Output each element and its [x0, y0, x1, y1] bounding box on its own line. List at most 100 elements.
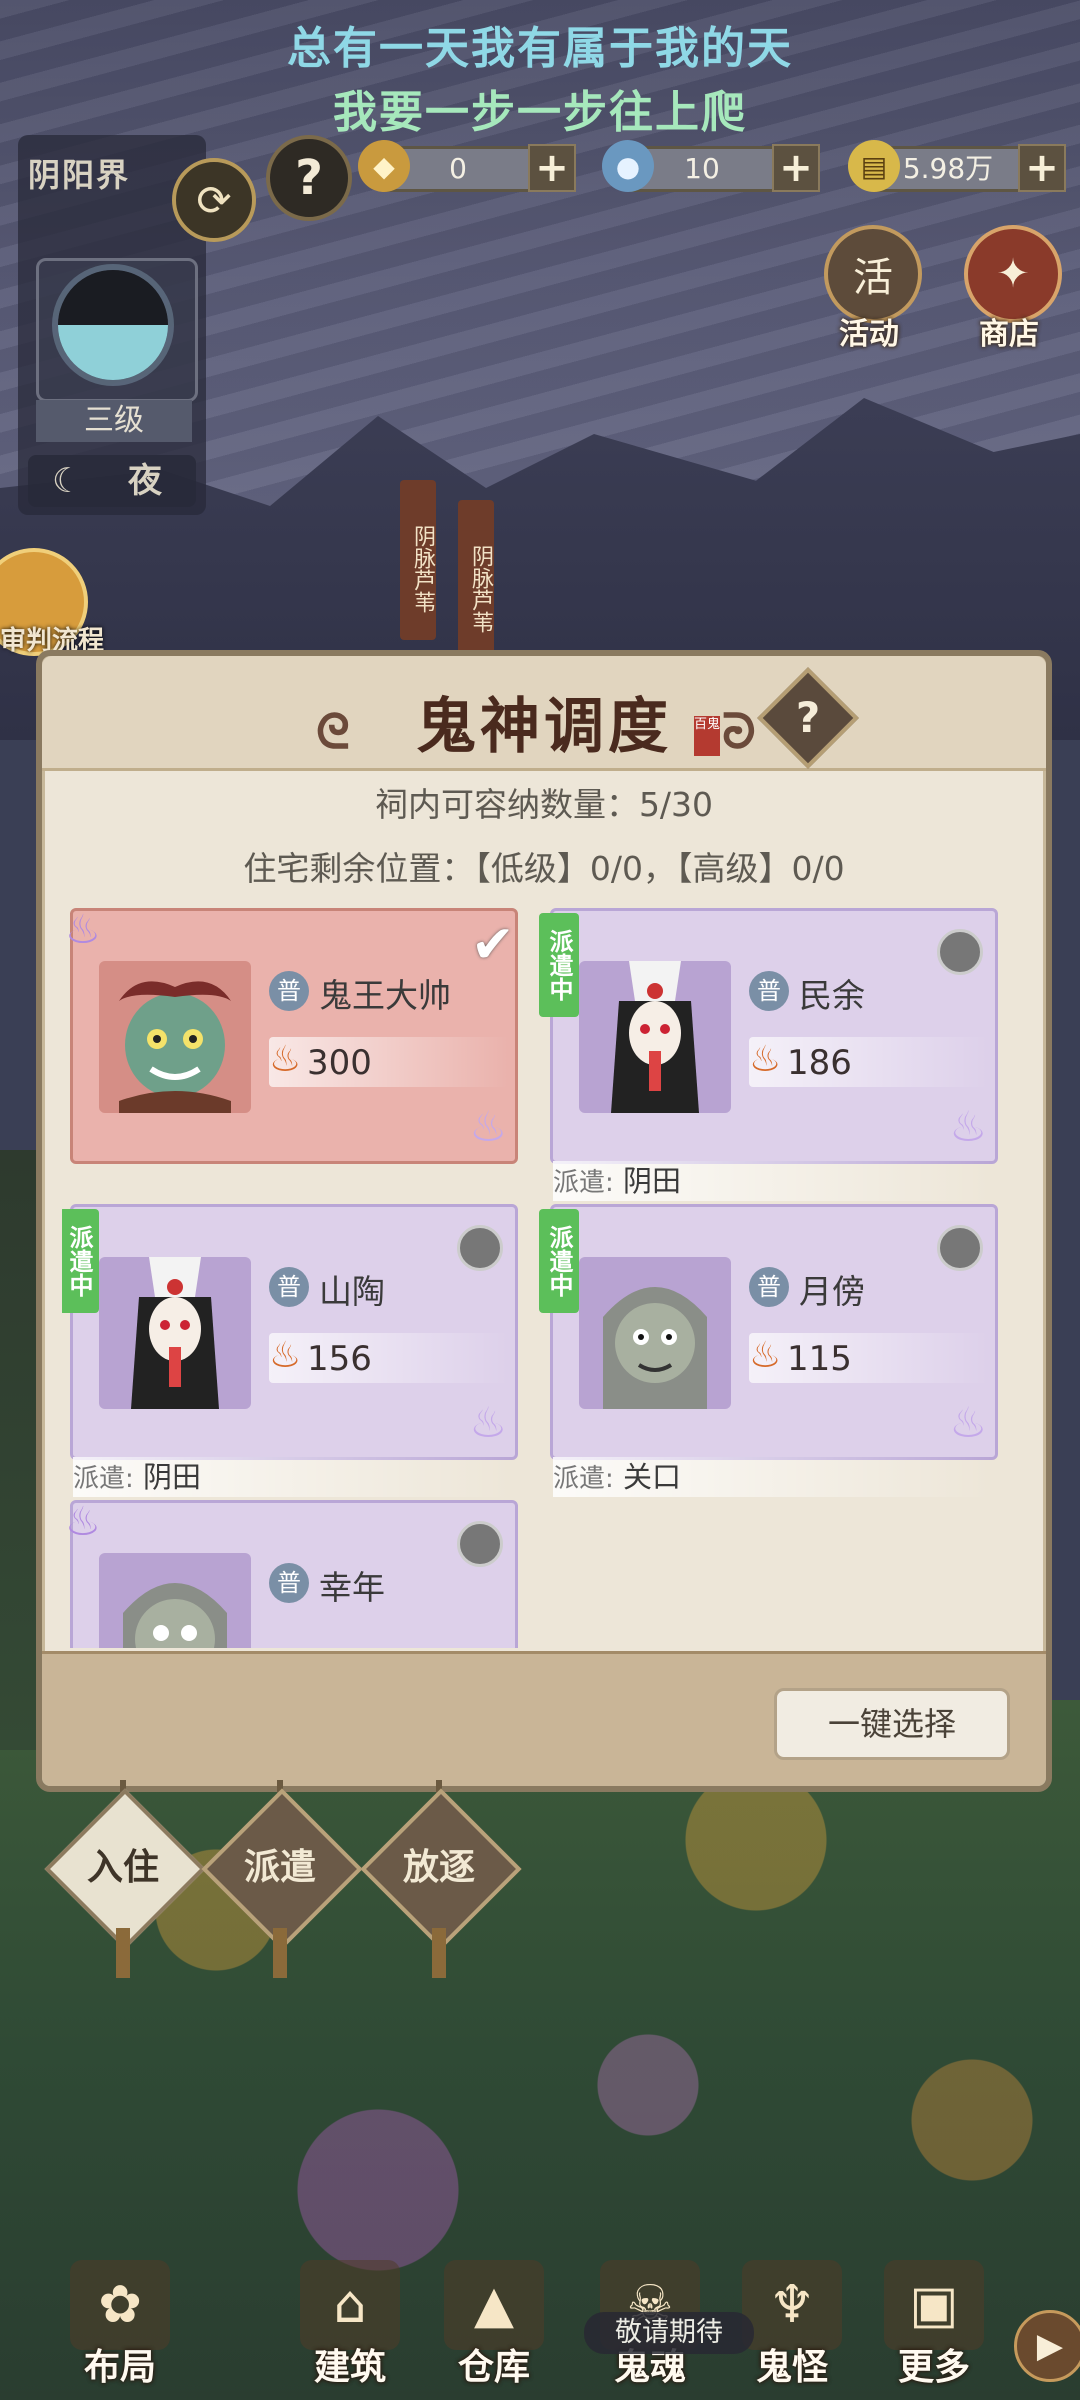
check-in-label: 入住 — [86, 1847, 159, 1888]
exile-label: 放逐 — [402, 1847, 475, 1888]
ghost-flame-icon: ♨ — [469, 1102, 507, 1151]
location-prefix: 派遣: — [553, 1168, 614, 1198]
select-all-button[interactable]: 一键选择 — [774, 1688, 1010, 1760]
ghost-card[interactable]: 派遣中 普 月傍 ♨ 115 ♨ 派遣: 关口 — [539, 1204, 998, 1497]
power-bar — [749, 1333, 989, 1383]
ghost-dispatch-dialog: ᘓ 鬼神调度 百鬼 ᘒ ? 祠内可容纳数量：5/30 住宅剩余位置：【低级】0/… — [36, 650, 1052, 1792]
resource-gold: 0 ◆ + — [358, 140, 578, 192]
rank-badge: 普 — [269, 1267, 309, 1307]
activity-button[interactable]: 活 活动 — [814, 225, 924, 352]
realm-title: 阴阳界 — [28, 156, 131, 194]
nav-monster[interactable]: ♆ 鬼怪 — [722, 2220, 862, 2400]
map-sign: 阴脉芦苇 — [400, 480, 436, 640]
select-radio[interactable] — [937, 1225, 983, 1271]
monster-icon: ♆ — [742, 2260, 842, 2350]
power-bar — [269, 1333, 509, 1383]
ghost-flame-icon: ♨ — [65, 908, 101, 953]
spirit-orb-icon: ● — [602, 140, 654, 192]
realm-level: 三级 — [36, 400, 192, 442]
ghost-name: 鬼王大帅 — [319, 976, 451, 1015]
nav-layout[interactable]: ✿ 布局 — [50, 2220, 190, 2400]
crescent-moon-icon: ☾ — [52, 461, 83, 501]
lyric-line-1: 总有一天我有属于我的天 — [287, 23, 793, 74]
ghost-power: 300 — [307, 1043, 372, 1083]
flame-icon: ♨ — [749, 1335, 782, 1376]
dispatch-location: 派遣: 阴田 — [73, 1457, 513, 1497]
nav-more[interactable]: ▣ 更多 — [864, 2220, 1004, 2400]
nav-label: 布局 — [83, 2347, 156, 2388]
title-seal: 百鬼 — [694, 716, 720, 756]
checkmark-icon[interactable]: ✔ — [471, 919, 523, 971]
refresh-icon[interactable]: ⟳ — [172, 158, 256, 242]
check-in-button[interactable]: 入住 — [44, 1780, 206, 1980]
ghost-portrait — [99, 961, 251, 1113]
select-radio[interactable] — [457, 1521, 503, 1567]
building-icon: ⌂ — [300, 2260, 400, 2350]
add-gold-button[interactable]: + — [528, 144, 576, 192]
ghost-flame-icon: ♨ — [469, 1398, 507, 1447]
ghost-card[interactable]: ♨ 普 鬼王大帅 ♨ 300 ✔ ♨ — [65, 908, 518, 1164]
ghost-card[interactable]: 派遣中 普 山陶 ♨ 156 ♨ 派遣: 阴田 — [62, 1204, 518, 1497]
dispatch-location: 派遣: 阴田 — [553, 1161, 993, 1201]
next-arrow-icon[interactable]: ▶ — [1014, 2310, 1080, 2382]
nav-ghost[interactable]: ☠ 鬼魂 — [580, 2220, 720, 2400]
map-sign: 阴脉芦苇 — [458, 500, 494, 660]
ghost-name: 民余 — [799, 976, 865, 1015]
dialog-title: 鬼神调度 — [416, 692, 672, 762]
nav-label: 建筑 — [313, 2347, 386, 2388]
location-prefix: 派遣: — [553, 1464, 614, 1494]
ghost-name: 月傍 — [799, 1272, 865, 1311]
rank-badge: 普 — [269, 1563, 309, 1603]
select-radio[interactable] — [937, 929, 983, 975]
ghost-card[interactable]: 派遣中 普 民余 ♨ 186 ♨ 派遣: 阴田 — [539, 908, 998, 1201]
dispatch-button[interactable]: 派遣 — [201, 1780, 363, 1980]
capacity-info: 祠内可容纳数量：5/30 — [374, 785, 714, 824]
ghost-portrait — [99, 1257, 251, 1409]
housing-info: 住宅剩余位置：【低级】0/0，【高级】0/0 — [243, 849, 845, 888]
resource-coins: 5.98万 ▤ + — [848, 140, 1068, 192]
ghost-portrait — [579, 1257, 731, 1409]
ghost-card-list[interactable]: ♨ 普 鬼王大帅 ♨ 300 ✔ ♨ 派遣中 普 民余 ♨ 186 ♨ 派遣: … — [62, 908, 1026, 1648]
ghost-portrait — [579, 961, 731, 1113]
resource-spirit: 10 ● + — [602, 140, 822, 192]
time-of-day-badge: ☾ 夜 — [28, 455, 196, 507]
question-icon: ? — [795, 693, 821, 742]
ghost-name: 山陶 — [319, 1272, 385, 1311]
dispatch-location: 派遣: 关口 — [553, 1457, 993, 1497]
rank-badge: 普 — [749, 1267, 789, 1307]
power-bar — [749, 1037, 989, 1087]
tassel — [273, 1928, 287, 1978]
ghost-power: 186 — [787, 1043, 852, 1083]
layout-icon: ✿ — [70, 2260, 170, 2350]
ghost-flame-icon: ♨ — [65, 1499, 101, 1545]
nav-building[interactable]: ⌂ 建筑 — [280, 2220, 420, 2400]
coin-scroll-icon: ▤ — [848, 140, 900, 192]
ghost-flame-icon: ♨ — [949, 1102, 987, 1151]
select-radio[interactable] — [457, 1225, 503, 1271]
nav-warehouse[interactable]: ▲ 仓库 — [424, 2220, 564, 2400]
moon-orb-icon — [58, 270, 168, 380]
flame-icon: ♨ — [269, 1039, 302, 1080]
rank-badge: 普 — [749, 971, 789, 1011]
exile-button[interactable]: 放逐 — [360, 1780, 522, 1980]
ghost-flame-icon: ♨ — [949, 1398, 987, 1447]
dispatched-tag: 派遣中 — [62, 1209, 99, 1313]
more-icon: ▣ — [884, 2260, 984, 2350]
bottom-nav: ✿ 布局 ⌂ 建筑 ▲ 仓库 ☠ 鬼魂 ♆ 鬼怪 ▣ 更多 — [0, 2220, 1080, 2400]
coming-soon-badge: 敬请期待 — [584, 2312, 754, 2354]
swirl-decoration-icon: ᘒ — [722, 704, 756, 760]
nav-label: 仓库 — [457, 2347, 530, 2388]
help-icon[interactable]: ? — [266, 135, 352, 221]
add-coins-button[interactable]: + — [1018, 144, 1066, 192]
ghost-portrait — [99, 1553, 251, 1648]
activity-label: 活动 — [839, 317, 899, 352]
shop-label: 商店 — [979, 317, 1039, 352]
power-bar — [269, 1037, 509, 1087]
ghost-card[interactable]: ♨ 普 幸年 — [65, 1499, 518, 1648]
location-prefix: 派遣: — [73, 1464, 134, 1494]
add-spirit-button[interactable]: + — [772, 144, 820, 192]
shop-button[interactable]: ✦ 商店 — [954, 225, 1064, 352]
dialog-footer: 一键选择 — [42, 1651, 1046, 1786]
ghost-power: 115 — [787, 1339, 852, 1379]
ghost-power: 156 — [307, 1339, 372, 1379]
